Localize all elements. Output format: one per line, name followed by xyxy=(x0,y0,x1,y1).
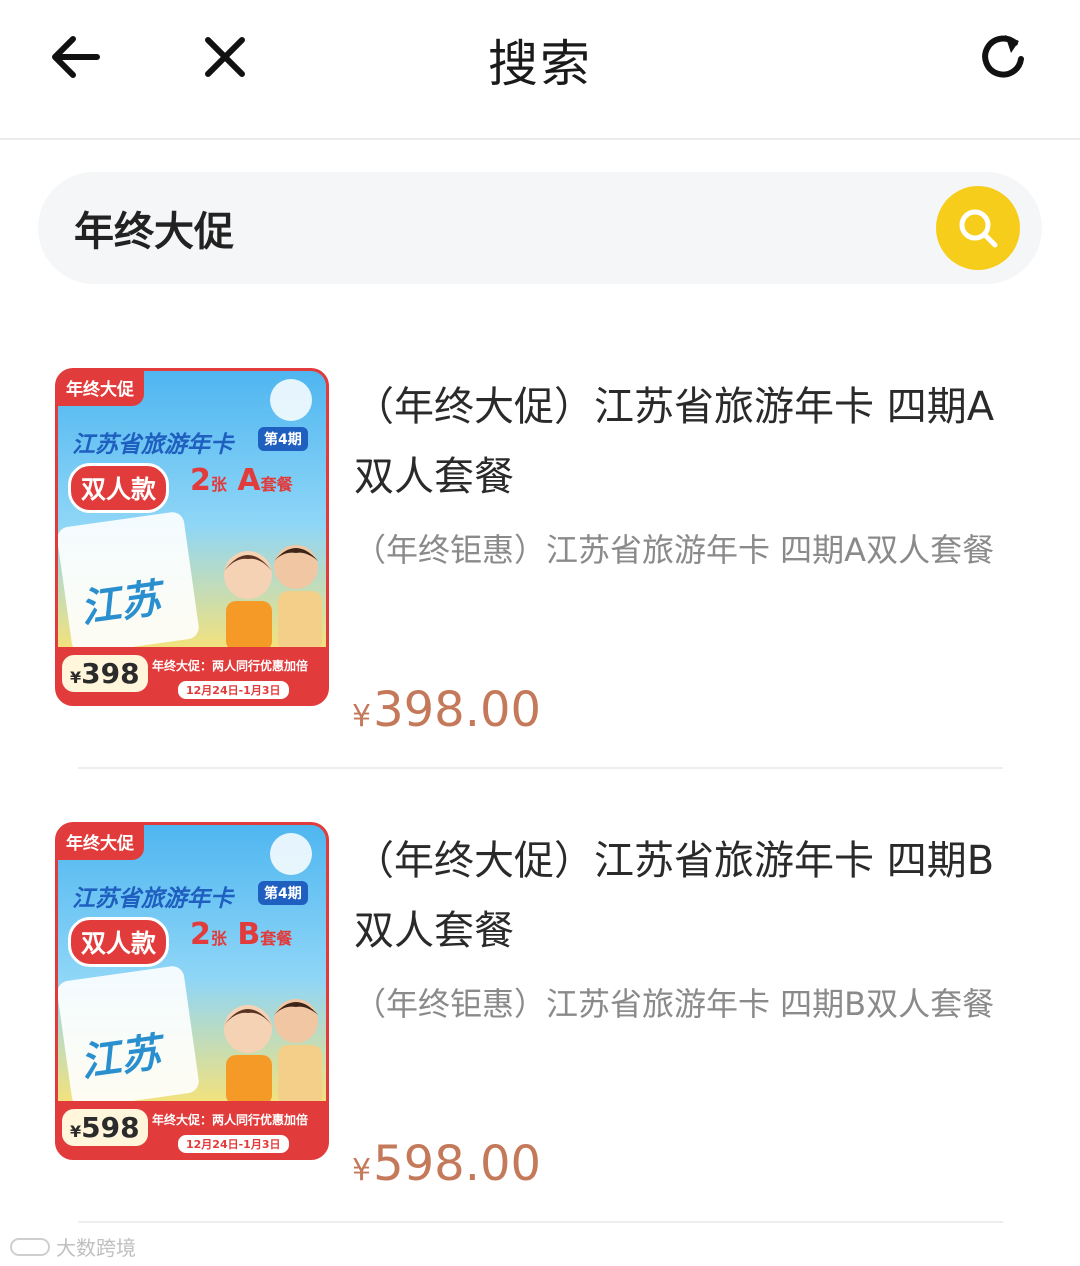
watermark: 大数跨境 xyxy=(10,1232,136,1261)
refresh-icon[interactable] xyxy=(968,22,1038,92)
thumbnail-price-value: 398 xyxy=(81,657,140,690)
thumbnail-date: 12月24日-1月3日 xyxy=(178,681,289,699)
thumbnail-heading: 江苏省旅游年卡 xyxy=(72,432,233,458)
combo-suffix: 套餐 xyxy=(260,929,293,948)
card-text: 江苏 xyxy=(77,1029,164,1087)
thumbnail-badge: 双人款 xyxy=(68,917,170,967)
thumbnail-date: 12月24日-1月3日 xyxy=(178,1135,289,1153)
divider xyxy=(78,767,1003,769)
product-title[interactable]: （年终大促）江苏省旅游年卡 四期A双人套餐 xyxy=(354,372,1034,512)
couple-illustration xyxy=(224,999,322,1105)
combo-suffix: 套餐 xyxy=(260,475,293,494)
thumbnail-combo: 2张 A套餐 xyxy=(190,463,293,498)
watermark-text: 大数跨境 xyxy=(56,1236,136,1260)
thumbnail-price-symbol: ¥ xyxy=(70,1122,82,1141)
thumbnail-tag: 年终大促 xyxy=(58,371,144,406)
thumbnail-heading: 江苏省旅游年卡 xyxy=(72,886,233,912)
search-button[interactable] xyxy=(936,186,1020,270)
product-price: ¥598.00 xyxy=(352,1136,541,1192)
thumbnail-badge: 双人款 xyxy=(68,463,170,513)
search-input[interactable] xyxy=(74,198,914,258)
combo-letter: B xyxy=(237,917,261,952)
thumbnail-combo: 2张 B套餐 xyxy=(190,917,292,952)
top-nav-bar: 搜索 xyxy=(0,0,1080,140)
product-thumbnail[interactable]: 年终大促 江苏省旅游年卡 第4期 双人款 2张 A套餐 江苏 ¥398 年终大促… xyxy=(55,368,329,706)
divider xyxy=(78,1221,1003,1223)
combo-count: 2 xyxy=(190,463,211,498)
price-value: 398.00 xyxy=(373,682,542,738)
thumbnail-period: 第4期 xyxy=(258,427,308,451)
couple-illustration xyxy=(224,545,322,651)
price-symbol: ¥ xyxy=(352,1153,372,1188)
thumbnail-price-value: 598 xyxy=(81,1111,140,1144)
logo-icon xyxy=(270,833,312,875)
logo-icon xyxy=(270,379,312,421)
thumbnail-price-symbol: ¥ xyxy=(70,668,82,687)
price-value: 598.00 xyxy=(373,1136,542,1192)
result-item[interactable]: 年终大促 江苏省旅游年卡 第4期 双人款 2张 B套餐 江苏 ¥598 年终大促… xyxy=(0,814,1080,1234)
product-subtitle: （年终钜惠）江苏省旅游年卡 四期B双人套餐 xyxy=(354,985,995,1023)
combo-unit: 张 xyxy=(210,475,227,494)
card-text: 江苏 xyxy=(77,575,164,633)
thumbnail-tag: 年终大促 xyxy=(58,825,144,860)
product-subtitle: （年终钜惠）江苏省旅游年卡 四期A双人套餐 xyxy=(354,531,995,569)
product-title[interactable]: （年终大促）江苏省旅游年卡 四期B双人套餐 xyxy=(354,826,1034,966)
thumbnail-promo: 年终大促：两人同行优惠加倍 xyxy=(152,1113,309,1127)
page-title: 搜索 xyxy=(488,35,592,93)
watermark-logo-icon xyxy=(10,1237,50,1256)
product-price: ¥398.00 xyxy=(352,682,541,738)
product-thumbnail[interactable]: 年终大促 江苏省旅游年卡 第4期 双人款 2张 B套餐 江苏 ¥598 年终大促… xyxy=(55,822,329,1160)
price-symbol: ¥ xyxy=(352,699,372,734)
combo-letter: A xyxy=(237,463,261,498)
search-bar xyxy=(38,172,1042,284)
result-item[interactable]: 年终大促 江苏省旅游年卡 第4期 双人款 2张 A套餐 江苏 ¥398 年终大促… xyxy=(0,360,1080,780)
combo-count: 2 xyxy=(190,917,211,952)
thumbnail-price: ¥398 xyxy=(62,655,148,692)
thumbnail-period: 第4期 xyxy=(258,881,308,905)
thumbnail-promo: 年终大促：两人同行优惠加倍 xyxy=(152,659,309,673)
thumbnail-price: ¥598 xyxy=(62,1109,148,1146)
combo-unit: 张 xyxy=(210,929,227,948)
search-icon xyxy=(959,209,998,248)
